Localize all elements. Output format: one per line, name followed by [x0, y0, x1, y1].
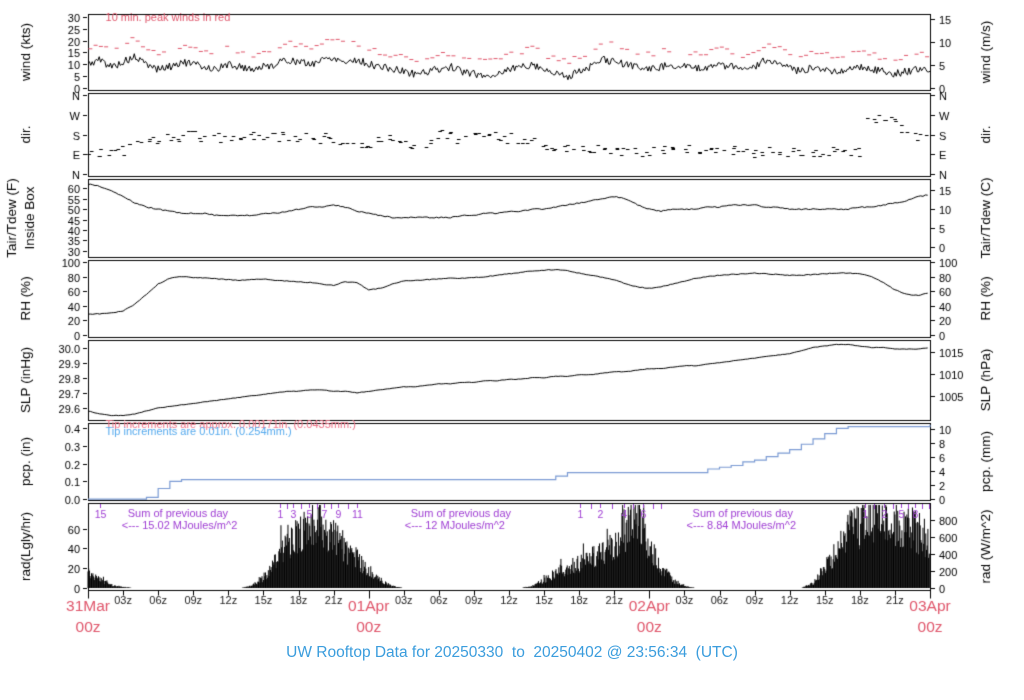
weather-multipanel-plot: UW Rooftop Data for 20250330 to 20250402… — [0, 0, 1024, 700]
chart-title: UW Rooftop Data for 20250330 to 20250402… — [286, 644, 738, 661]
chart-canvas — [0, 0, 1024, 700]
